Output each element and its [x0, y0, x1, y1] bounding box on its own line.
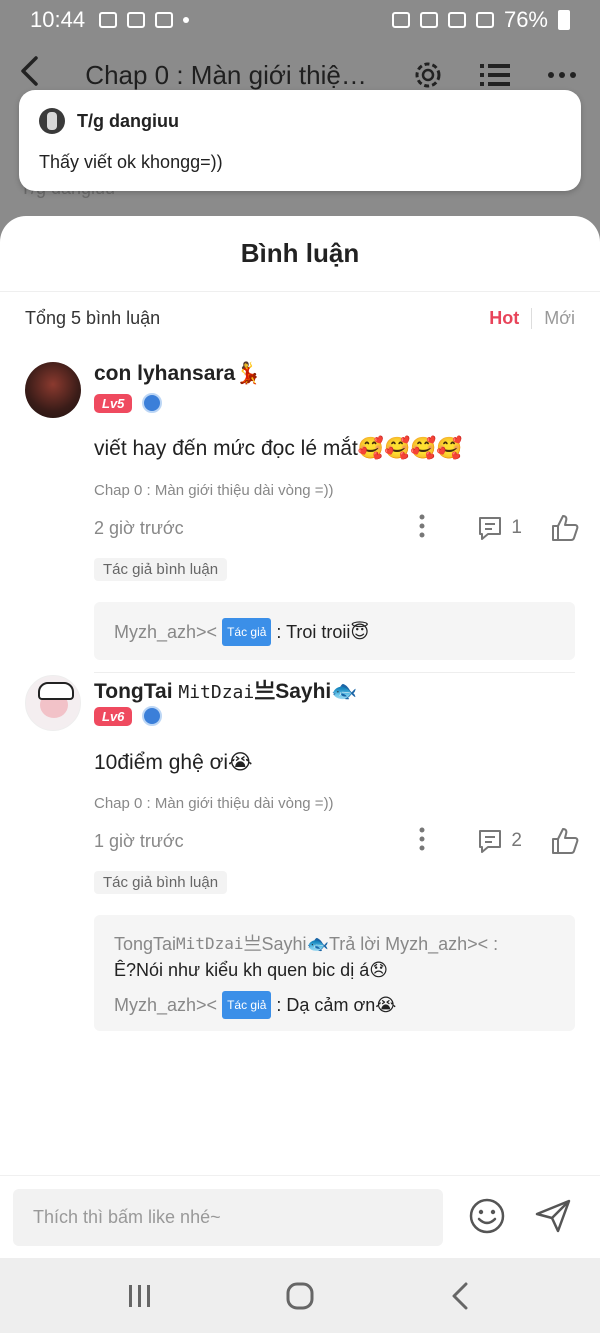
comment-chapter[interactable]: Chap 0 : Màn giới thiệu dài vòng =))	[94, 482, 334, 499]
author-badge: Tác giả	[222, 991, 272, 1019]
gallery-icon	[99, 12, 118, 28]
wifi-icon	[447, 12, 466, 28]
toast-author: T/g dangiuu	[77, 110, 179, 131]
zalo-icon	[155, 12, 174, 28]
send-icon[interactable]	[534, 1198, 572, 1234]
battery-icon	[558, 10, 570, 30]
back-icon[interactable]	[440, 1276, 480, 1316]
author-badge: Tác giả	[222, 618, 272, 646]
signal-icon	[475, 12, 494, 28]
thumbs-up-icon[interactable]	[550, 826, 580, 856]
more-vertical-icon[interactable]	[407, 827, 437, 855]
comment-text: 10điểm ghệ ơi😭	[94, 751, 253, 774]
comment-time: 1 giờ trước	[94, 830, 184, 851]
thumbs-up-icon[interactable]	[550, 513, 580, 543]
chapter-title: Chap 0 : Màn giới thiệ…	[85, 59, 367, 90]
sort-hot-tab[interactable]: Hot	[489, 308, 533, 329]
level-badge: Lv5	[94, 393, 133, 413]
recent-apps-icon[interactable]	[120, 1276, 160, 1316]
reply-text: : Dạ cảm ơn😭	[276, 995, 397, 1015]
more-dots-icon[interactable]	[543, 55, 582, 95]
comment-time: 2 giờ trước	[94, 517, 184, 538]
lock-icon	[391, 12, 410, 28]
more-vertical-icon[interactable]	[407, 514, 437, 542]
list-icon[interactable]	[475, 55, 514, 95]
level-badge: Lv6	[94, 706, 133, 726]
reply-item: Myzh_azh>< Tác giả : Dạ cảm ơn😭	[114, 991, 555, 1019]
battery-percent: 76%	[503, 7, 548, 32]
comment-divider	[94, 672, 575, 673]
toast-avatar	[39, 108, 65, 134]
comment-input[interactable]: Thích thì bấm like nhé~	[13, 1189, 443, 1246]
sheet-title: Bình luận	[0, 216, 600, 292]
sort-new-tab[interactable]: Mới	[532, 308, 575, 329]
reply-text: Ê?Nói như kiểu kh quen bic dị á😞	[114, 960, 388, 980]
comment-icon	[479, 517, 502, 540]
gear-icon[interactable]	[408, 55, 447, 95]
status-bar: 10:44 76%	[0, 0, 600, 40]
commenter-name[interactable]: con lyhansara💃	[94, 362, 261, 386]
comments-sheet: Bình luận Tổng 5 bình luận Hot Mới con l…	[0, 216, 600, 1258]
reply-to: Trả lời Myzh_azh>< :	[328, 934, 499, 954]
reply-count: 1	[511, 517, 522, 538]
reply-user: Myzh_azh><	[114, 995, 218, 1015]
medal-icon	[142, 706, 163, 726]
comment-icon	[479, 830, 502, 853]
comments-summary: Tổng 5 bình luận Hot Mới	[25, 308, 575, 329]
commenter-name[interactable]: TongTai MitDzai亗Sayhi🐟	[94, 675, 357, 705]
emoji-icon[interactable]	[469, 1198, 505, 1234]
reply-button[interactable]: 1	[477, 515, 522, 541]
mute-icon	[419, 12, 438, 28]
toast-message: Thấy viết ok khongg=))	[39, 152, 223, 172]
home-icon[interactable]	[280, 1276, 320, 1316]
avatar[interactable]	[25, 675, 81, 731]
medal-icon	[142, 393, 163, 413]
reply-text: : Troi troii😇	[276, 622, 370, 642]
sort-tabs: Hot Mới	[489, 308, 575, 329]
total-comments: Tổng 5 bình luận	[25, 308, 161, 328]
reply-button[interactable]: 2	[477, 828, 522, 854]
author-commented-tag: Tác giả bình luận	[94, 871, 228, 894]
avatar[interactable]	[25, 362, 81, 418]
notification-dot-icon	[183, 17, 190, 23]
reply-count: 2	[511, 830, 522, 851]
system-nav-bar	[0, 1258, 600, 1333]
tiktok-icon	[127, 12, 146, 28]
reply-item: Myzh_azh>< Tác giả : Troi troii😇	[114, 618, 555, 646]
reply-item: TongTai MitDzai 亗Sayhi🐟 Trả lời Myzh_azh…	[114, 931, 555, 957]
status-time: 10:44	[30, 7, 86, 32]
notification-toast[interactable]: T/g dangiuu Thấy viết ok khongg=))	[19, 90, 581, 191]
comment-chapter[interactable]: Chap 0 : Màn giới thiệu dài vòng =))	[94, 795, 334, 812]
replies-box[interactable]: TongTai MitDzai 亗Sayhi🐟 Trả lời Myzh_azh…	[94, 915, 575, 1031]
comment-text: viết hay đến mức đọc lé mắt🥰🥰🥰🥰	[94, 437, 463, 460]
comment-input-bar: Thích thì bấm like nhé~	[0, 1175, 600, 1258]
reply-user: Myzh_azh><	[114, 622, 218, 642]
replies-box[interactable]: Myzh_azh>< Tác giả : Troi troii😇	[94, 602, 575, 660]
author-commented-tag: Tác giả bình luận	[94, 558, 228, 581]
